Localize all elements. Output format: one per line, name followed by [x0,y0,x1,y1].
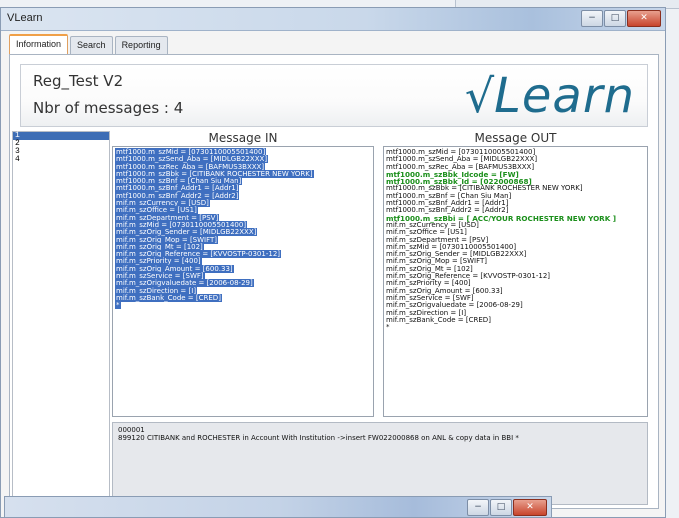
log-line: 000001 [118,426,145,434]
minimize-button[interactable]: − [467,499,489,516]
logo-mark: √ [464,69,495,123]
message-count: Nbr of messages : 4 [33,99,184,117]
list-item[interactable]: 1 [13,132,109,140]
message-out-title: Message OUT [474,131,557,145]
list-item[interactable]: 2 [13,140,109,148]
log-line: 899120 CITIBANK and ROCHESTER in Account… [118,434,519,442]
window-title: VLearn [7,12,43,24]
message-out-text[interactable]: mtf1000.m_szMid = [0730110005501400] mtf1… [383,146,648,417]
tab-search[interactable]: Search [70,36,113,56]
maximize-button[interactable]: □ [604,10,626,27]
main-window: VLearn − □ ✕ Information Search Reportin… [0,7,666,518]
information-panel: Reg_Test V2 Nbr of messages : 4 √ Learn … [9,54,659,509]
message-list[interactable]: 1 2 3 4 [12,131,110,507]
list-item[interactable]: 4 [13,156,109,164]
processing-log[interactable]: 000001 899120 CITIBANK and ROCHESTER in … [112,422,648,505]
vlearn-logo: √ Learn [465,67,635,125]
maximize-button[interactable]: □ [490,499,512,516]
second-window-controls: − □ ✕ [467,499,547,516]
list-item[interactable]: 3 [13,148,109,156]
title-bar[interactable]: VLearn − □ ✕ [1,8,665,31]
minimize-button[interactable]: − [581,10,603,27]
test-name: Reg_Test V2 [33,72,124,90]
close-button[interactable]: ✕ [513,499,547,516]
tab-bar: Information Search Reporting [9,34,170,57]
message-in-line: mif.m_szBank_Code = [CRED] [115,293,371,302]
logo-text: Learn [494,68,635,124]
selected-text: mif.m_szBank_Code = [CRED] [115,293,222,302]
message-in-text[interactable]: mtf1000.m_szMid = [0730110005501400] mtf1… [112,146,374,417]
message-out-line: mif.m_szBank_Code = [CRED] [386,315,491,324]
message-in-title: Message IN [208,131,278,145]
message-in-line: * [115,301,371,310]
second-window-title-bar[interactable]: − □ ✕ [4,496,552,518]
tab-reporting[interactable]: Reporting [114,36,168,56]
window-controls: − □ ✕ [581,10,661,27]
close-button[interactable]: ✕ [627,10,661,27]
message-out-line: * [386,323,390,332]
selected-text: * [115,301,121,310]
test-header: Reg_Test V2 Nbr of messages : 4 √ Learn [20,64,648,127]
